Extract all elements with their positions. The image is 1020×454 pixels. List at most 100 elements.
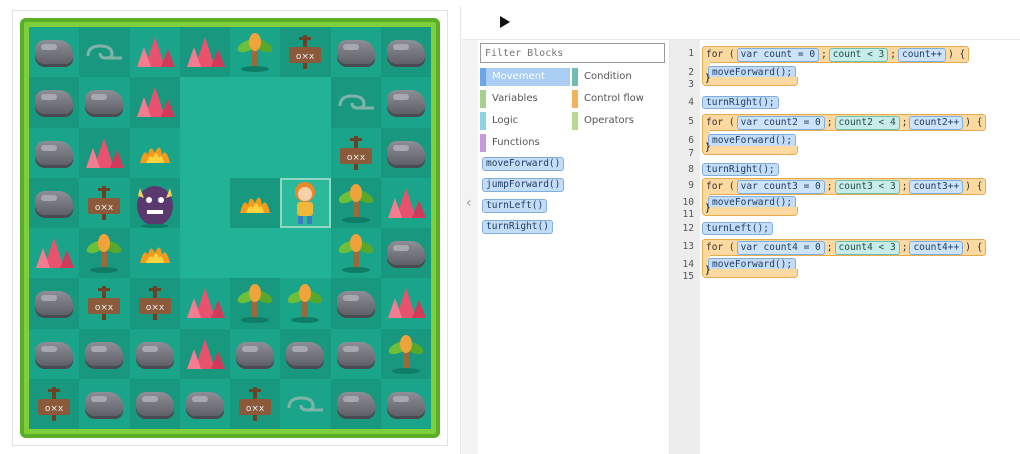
rock-obstacle	[286, 341, 325, 366]
category-functions[interactable]: Functions	[480, 134, 570, 152]
line-number: 10	[682, 197, 694, 208]
category-logic[interactable]: Logic	[480, 112, 570, 130]
palm-tile	[235, 283, 275, 324]
chevron-left-icon[interactable]: ‹	[466, 195, 472, 211]
board-cell	[179, 228, 230, 279]
turn-call-line[interactable]: turnLeft();	[702, 221, 773, 238]
code-token: ;	[821, 49, 827, 60]
code-area[interactable]: for (var count = 0; count < 3; count++) {m…	[700, 40, 1020, 454]
sign-tile: o×x	[287, 33, 323, 71]
toolbox-collapse-handle[interactable]	[462, 40, 478, 454]
category-condition[interactable]: Condition	[572, 68, 662, 86]
hero-character	[287, 180, 323, 226]
category-color-swatch	[572, 112, 578, 130]
board-cell	[230, 228, 281, 279]
line-number: 3	[688, 79, 694, 90]
toolbox-block-turnright[interactable]: turnRight()	[482, 220, 553, 234]
loop-variable-declaration[interactable]: var count4 = 0	[736, 241, 825, 255]
turn-call-line[interactable]: turnRight();	[702, 95, 779, 112]
board-cell	[380, 228, 431, 279]
svg-text:o×x: o×x	[95, 203, 114, 213]
board-cell	[129, 27, 180, 78]
category-variables[interactable]: Variables	[480, 90, 570, 108]
board-cell	[129, 328, 180, 379]
category-movement[interactable]: Movement	[480, 68, 570, 86]
board-cell	[29, 77, 80, 128]
category-label: Variables	[492, 93, 538, 104]
line-number: 5	[688, 116, 694, 127]
board-cell	[230, 278, 281, 329]
turn-call[interactable]: turnRight();	[702, 96, 779, 109]
sign-tile: o×x	[338, 134, 374, 172]
code-token: ;	[826, 181, 833, 192]
for-loop-header[interactable]: for (var count = 0; count < 3; count++) {	[702, 46, 970, 63]
closing-brace-text: }	[705, 142, 711, 153]
rock-obstacle	[386, 40, 425, 65]
run-play-icon[interactable]	[498, 14, 512, 30]
category-label: Condition	[584, 71, 632, 82]
svg-text:o×x: o×x	[296, 52, 315, 62]
loop-variable-declaration[interactable]: var count2 = 0	[736, 116, 825, 130]
board-cell	[129, 127, 180, 178]
rock-obstacle	[185, 391, 224, 416]
loop-increment[interactable]: count3++	[909, 180, 964, 194]
closing-brace-text: }	[705, 203, 711, 214]
loop-condition[interactable]: count2 < 4	[834, 116, 900, 130]
loop-condition[interactable]: count < 3	[828, 48, 889, 62]
game-board: o×x o×x o×x o×x o×x o×x o×x	[20, 18, 440, 438]
rock-obstacle	[236, 341, 275, 366]
palm-tile	[386, 334, 426, 374]
category-label: Logic	[492, 115, 519, 126]
crystal-obstacle	[387, 288, 426, 319]
loop-condition[interactable]: count3 < 3	[834, 180, 900, 194]
loop-increment[interactable]: count4++	[909, 241, 964, 255]
swirl-tile	[84, 42, 124, 62]
filter-blocks-input[interactable]	[480, 43, 665, 63]
toolbox-block-turnleft[interactable]: turnLeft()	[482, 199, 548, 213]
category-control-flow[interactable]: Control flow	[572, 90, 662, 108]
loop-variable-declaration[interactable]: var count = 0	[736, 48, 820, 62]
turn-call[interactable]: turnRight();	[702, 163, 779, 176]
code-editor[interactable]: 1 2 3 4 5 6 7 8 9 10 11 12 13 14 15 for (var count = 0…	[670, 40, 1020, 454]
for-loop-header[interactable]: for (var count4 = 0; count4 < 3; count4++)…	[702, 239, 987, 256]
rock-obstacle	[336, 391, 375, 416]
loop-increment[interactable]: count2++	[909, 116, 964, 130]
palm-tile	[285, 283, 325, 324]
toolbox-panel: Movement Condition Variables Control flow Lo…	[478, 40, 670, 454]
loop-closing-brace: }	[702, 203, 798, 216]
line-number: 11	[682, 209, 694, 220]
sign-tile: o×x	[137, 284, 173, 322]
category-color-swatch	[480, 90, 486, 108]
monster-enemy	[132, 178, 178, 228]
code-token: {	[959, 49, 966, 60]
code-token: ;	[901, 242, 908, 253]
board-cell	[179, 378, 230, 429]
board-cell	[380, 127, 431, 178]
loop-condition[interactable]: count4 < 3	[834, 241, 900, 255]
rock-obstacle	[35, 190, 74, 215]
code-token: ;	[901, 117, 908, 128]
board-cell	[29, 228, 80, 279]
board-grid: o×x o×x o×x o×x o×x o×x o×x	[29, 27, 431, 429]
crystal-obstacle	[387, 187, 426, 218]
swirl-tile	[285, 394, 325, 414]
board-cell	[79, 328, 130, 379]
turn-call[interactable]: turnLeft();	[702, 222, 773, 235]
code-token: {	[976, 242, 983, 253]
rock-obstacle	[85, 391, 124, 416]
loop-variable-declaration[interactable]: var count3 = 0	[736, 180, 825, 194]
board-cell	[79, 228, 130, 279]
line-number: 4	[688, 97, 694, 108]
toolbox-block-moveforward[interactable]: moveForward()	[482, 157, 565, 171]
board-cell	[129, 77, 180, 128]
for-loop-header[interactable]: for (var count3 = 0; count3 < 3; count3++)…	[702, 178, 987, 195]
for-loop-header[interactable]: for (var count2 = 0; count2 < 4; count2++)…	[702, 114, 987, 131]
category-operators[interactable]: Operators	[572, 112, 662, 130]
turn-call-line[interactable]: turnRight();	[702, 162, 779, 179]
rock-obstacle	[336, 341, 375, 366]
loop-increment[interactable]: count++	[898, 48, 947, 62]
crystal-obstacle	[36, 238, 75, 269]
code-token: )	[965, 117, 971, 128]
category-label: Control flow	[584, 93, 644, 104]
toolbox-block-jumpforward[interactable]: jumpForward()	[482, 178, 565, 192]
